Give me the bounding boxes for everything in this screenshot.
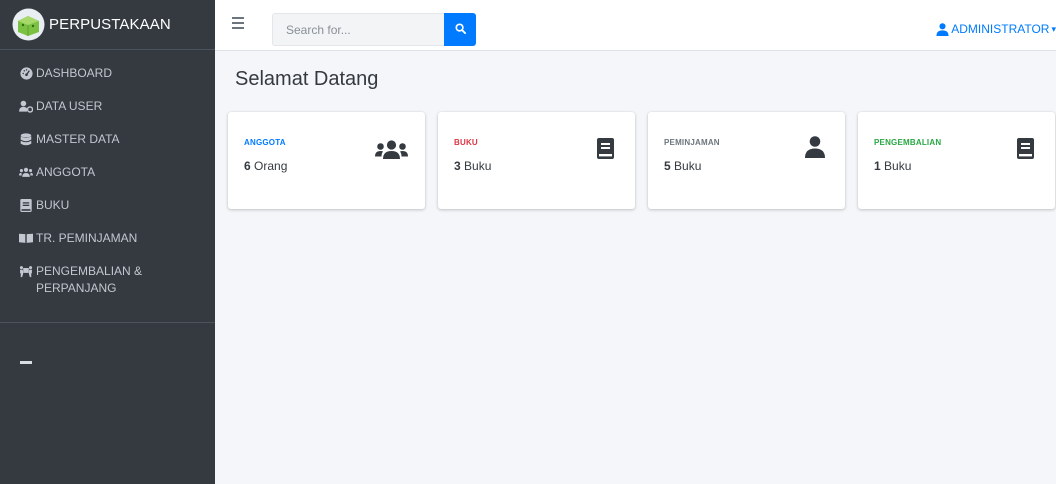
sidebar-item-label: DATA USER — [36, 99, 103, 113]
card-value: 1 Buku — [874, 159, 911, 173]
user-icon — [805, 136, 825, 158]
search-icon — [454, 21, 466, 39]
user-icon — [936, 22, 949, 36]
people-carry-icon — [19, 264, 33, 278]
brand-logo-icon — [12, 8, 45, 41]
tachometer-icon — [19, 66, 33, 80]
card-count: 1 — [874, 159, 881, 173]
book-icon — [597, 138, 614, 159]
book-icon — [19, 198, 33, 212]
sidebar-item-label: DASHBOARD — [36, 66, 113, 80]
sidebar-item-data-user[interactable]: DATA USER — [0, 93, 215, 126]
brand-link[interactable]: PERPUSTAKAAN — [0, 0, 215, 50]
main-content: Selamat Datang ANGGOTA 6 Orang BUKU 3 Bu… — [215, 51, 1056, 484]
menu-toggle-icon[interactable] — [232, 17, 244, 29]
sidebar-collapse-handle[interactable] — [20, 361, 32, 364]
card-unit: Orang — [254, 159, 288, 173]
sidebar-item-label: MASTER DATA — [36, 132, 120, 146]
search-button[interactable] — [444, 13, 476, 46]
sidebar-item-buku[interactable]: BUKU — [0, 192, 215, 225]
card-buku[interactable]: BUKU 3 Buku — [438, 112, 635, 209]
user-menu[interactable]: ADMINISTRATOR ▾ — [936, 22, 1056, 36]
chevron-down-icon: ▾ — [1051, 23, 1056, 34]
sidebar: PERPUSTAKAAN DASHBOARD DATA USER MASTER … — [0, 0, 215, 484]
card-anggota[interactable]: ANGGOTA 6 Orang — [228, 112, 425, 209]
sidebar-divider — [0, 322, 215, 323]
user-name: ADMINISTRATOR — [951, 22, 1050, 36]
sidebar-item-label: ANGGOTA — [36, 165, 96, 179]
brand-name: PERPUSTAKAAN — [49, 16, 171, 33]
users-icon — [19, 165, 33, 179]
user-cog-icon — [19, 99, 33, 113]
card-unit: Buku — [464, 159, 492, 173]
card-unit: Buku — [674, 159, 702, 173]
sidebar-item-master-data[interactable]: MASTER DATA — [0, 126, 215, 159]
sidebar-item-label: PENGEMBALIAN & PERPANJANG — [36, 264, 143, 295]
search-input[interactable] — [272, 13, 444, 46]
sidebar-nav: DASHBOARD DATA USER MASTER DATA ANGGOTA … — [0, 60, 215, 312]
sidebar-item-dashboard[interactable]: DASHBOARD — [0, 60, 215, 93]
card-label: PEMINJAMAN — [664, 138, 720, 147]
sidebar-item-pengembalian[interactable]: PENGEMBALIAN & PERPANJANG — [0, 258, 215, 312]
sidebar-item-anggota[interactable]: ANGGOTA — [0, 159, 215, 192]
card-unit: Buku — [884, 159, 912, 173]
sidebar-item-label: TR. PEMINJAMAN — [36, 231, 138, 245]
card-value: 3 Buku — [454, 159, 491, 173]
card-count: 6 — [244, 159, 251, 173]
sidebar-item-label: BUKU — [36, 198, 70, 212]
database-icon — [19, 132, 33, 146]
card-peminjaman[interactable]: PEMINJAMAN 5 Buku — [648, 112, 845, 209]
card-label: ANGGOTA — [244, 138, 286, 147]
card-pengembalian[interactable]: PENGEMBALIAN 1 Buku — [858, 112, 1055, 209]
card-label: PENGEMBALIAN — [874, 138, 942, 147]
page-title: Selamat Datang — [235, 68, 379, 90]
card-value: 5 Buku — [664, 159, 701, 173]
card-value: 6 Orang — [244, 159, 287, 173]
card-count: 5 — [664, 159, 671, 173]
top-navbar: ADMINISTRATOR ▾ — [215, 0, 1056, 51]
book-icon — [1017, 138, 1034, 159]
users-icon — [375, 140, 408, 159]
sidebar-item-tr-peminjaman[interactable]: TR. PEMINJAMAN — [0, 225, 215, 258]
book-open-icon — [19, 231, 33, 245]
card-label: BUKU — [454, 138, 478, 147]
card-count: 3 — [454, 159, 461, 173]
